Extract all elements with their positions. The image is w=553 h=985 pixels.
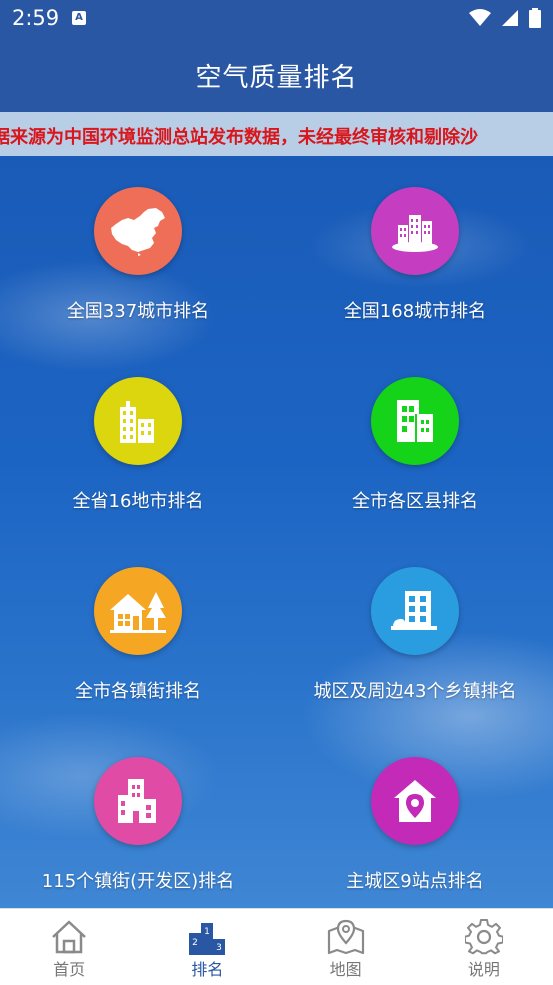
- buildings-icon: [120, 401, 154, 443]
- nav-label: 首页: [53, 960, 86, 979]
- tile-national-337-cities[interactable]: 全国337城市排名: [0, 156, 276, 346]
- china-map-icon: [111, 208, 165, 256]
- tile-icon-circle: [94, 567, 182, 655]
- tile-label: 全省16地市排名: [72, 491, 204, 512]
- tile-label: 全国337城市排名: [66, 301, 210, 322]
- bottom-nav: 首页 1 2 3 排名 地图 说明: [0, 908, 553, 985]
- tile-city-districts[interactable]: 全市各区县排名: [277, 346, 553, 536]
- tile-label: 全市各区县排名: [352, 491, 478, 512]
- tile-city-towns-streets[interactable]: 全市各镇街排名: [0, 536, 276, 726]
- svg-text:1: 1: [205, 927, 211, 937]
- nav-home[interactable]: 首页: [0, 909, 138, 985]
- tile-115-towns-dev-zones[interactable]: 115个镇街(开发区)排名: [0, 726, 276, 916]
- tile-icon-circle: [94, 377, 182, 465]
- app-header: 空气质量排名: [0, 38, 553, 112]
- apartment-icon: [391, 591, 437, 630]
- tile-national-168-cities[interactable]: 全国168城市排名: [277, 156, 553, 346]
- tile-province-16-cities[interactable]: 全省16地市排名: [0, 346, 276, 536]
- tile-label: 主城区9站点排名: [346, 871, 484, 892]
- wifi-icon: [469, 9, 491, 26]
- status-bar: 2:59 A: [0, 0, 553, 38]
- map-pin-icon: [327, 919, 364, 955]
- status-icons: [469, 8, 541, 28]
- tile-label: 城区及周边43个乡镇排名: [313, 681, 517, 702]
- ranking-grid: 全国337城市排名 全国168城市排名 全省16地市排名 全市各区县排名 全市各…: [0, 156, 553, 908]
- office-building-icon: [397, 400, 433, 442]
- gear-icon: [464, 919, 503, 955]
- nav-label: 地图: [329, 960, 362, 979]
- notification-a-icon: A: [72, 11, 86, 25]
- svg-text:2: 2: [193, 938, 199, 948]
- town-house-tree-icon: [110, 592, 166, 633]
- tile-icon-circle: [371, 187, 459, 275]
- home-icon: [52, 920, 86, 954]
- status-time: 2:59: [12, 6, 60, 30]
- tile-icon-circle: [371, 567, 459, 655]
- nav-label: 排名: [191, 960, 224, 979]
- battery-icon: [529, 8, 541, 28]
- nav-map[interactable]: 地图: [277, 909, 415, 985]
- nav-label: 说明: [467, 960, 500, 979]
- tile-urban-9-stations[interactable]: 主城区9站点排名: [277, 726, 553, 916]
- cellular-signal-icon: [502, 10, 518, 26]
- podium-icon: 1 2 3: [189, 923, 226, 955]
- tile-urban-43-towns[interactable]: 城区及周边43个乡镇排名: [277, 536, 553, 726]
- tile-icon-circle: [371, 757, 459, 845]
- nav-ranking[interactable]: 1 2 3 排名: [138, 909, 276, 985]
- notice-text: 据来源为中国环境监测总站发布数据，未经最终审核和剔除沙: [0, 127, 478, 148]
- tile-label: 全国168城市排名: [343, 301, 487, 322]
- district-building-icon: [118, 779, 156, 823]
- tile-icon-circle: [94, 757, 182, 845]
- tile-icon-circle: [94, 187, 182, 275]
- tile-icon-circle: [371, 377, 459, 465]
- page-title: 空气质量排名: [195, 62, 358, 93]
- city-buildings-icon: [392, 215, 438, 252]
- location-home-icon: [394, 780, 436, 822]
- svg-text:3: 3: [217, 943, 223, 953]
- nav-about[interactable]: 说明: [415, 909, 553, 985]
- tile-label: 全市各镇街排名: [75, 681, 201, 702]
- notice-marquee: 据来源为中国环境监测总站发布数据，未经最终审核和剔除沙: [0, 112, 553, 156]
- tile-label: 115个镇街(开发区)排名: [41, 871, 235, 892]
